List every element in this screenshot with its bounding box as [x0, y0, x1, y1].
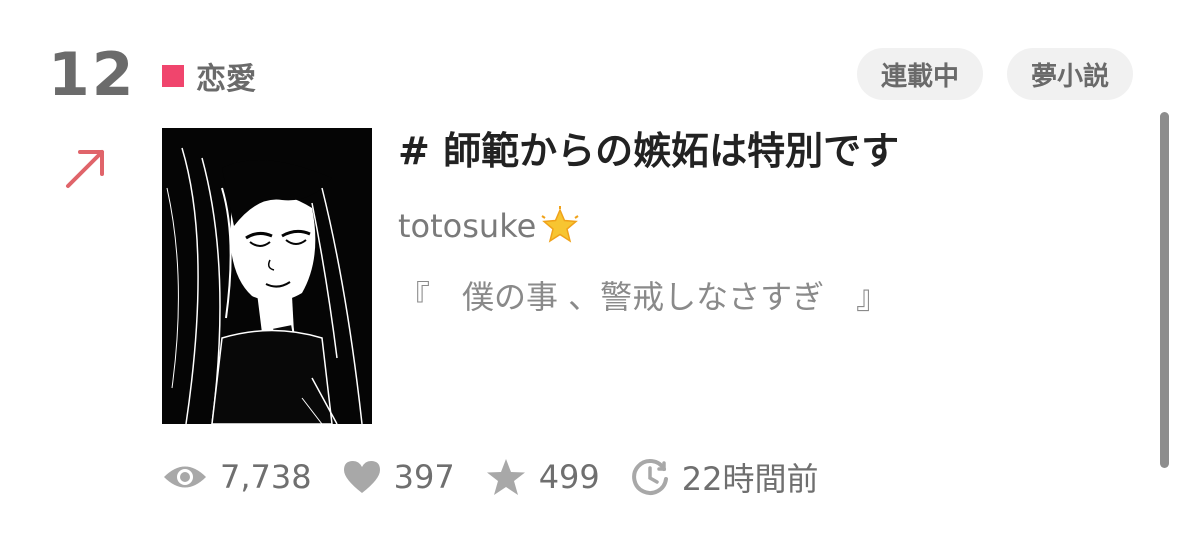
updated-stat: 22時間前 [630, 454, 819, 500]
views-count: 7,738 [220, 458, 312, 496]
clock-icon [631, 458, 668, 495]
category-label: 恋愛 [196, 62, 256, 97]
story-synopsis: 『 僕の事 、警戒しなさすぎ 』 [398, 278, 889, 316]
star-icon [486, 459, 525, 495]
views-stat: 7,738 [162, 458, 312, 496]
category[interactable]: 恋愛 [162, 56, 256, 97]
rank-number: 12 [48, 40, 136, 110]
cover-image[interactable] [162, 128, 372, 424]
author-name: totosuke [398, 207, 537, 245]
stars-stat: 499 [485, 457, 600, 497]
tag-serializing[interactable]: 連載中 [856, 48, 983, 100]
stats-bar: 7,738 397 499 22時間前 [162, 452, 849, 502]
story-title[interactable]: # 師範からの嫉妬は特別です [398, 126, 899, 176]
heart-icon [343, 461, 380, 493]
tag-list: 連載中 夢小説 [856, 48, 1133, 100]
trend-up-icon [66, 150, 104, 188]
scrollbar[interactable] [1160, 112, 1169, 468]
manga-illustration [162, 128, 372, 424]
likes-stat: 397 [342, 458, 455, 496]
updated-time: 22時間前 [681, 460, 819, 498]
author[interactable]: totosuke [398, 204, 580, 248]
eye-icon [164, 466, 206, 488]
stars-count: 499 [538, 458, 600, 496]
tag-dream-novel[interactable]: 夢小説 [1006, 48, 1133, 100]
likes-count: 397 [393, 458, 455, 496]
category-color-square [162, 65, 184, 87]
glowing-star-icon [541, 206, 579, 243]
